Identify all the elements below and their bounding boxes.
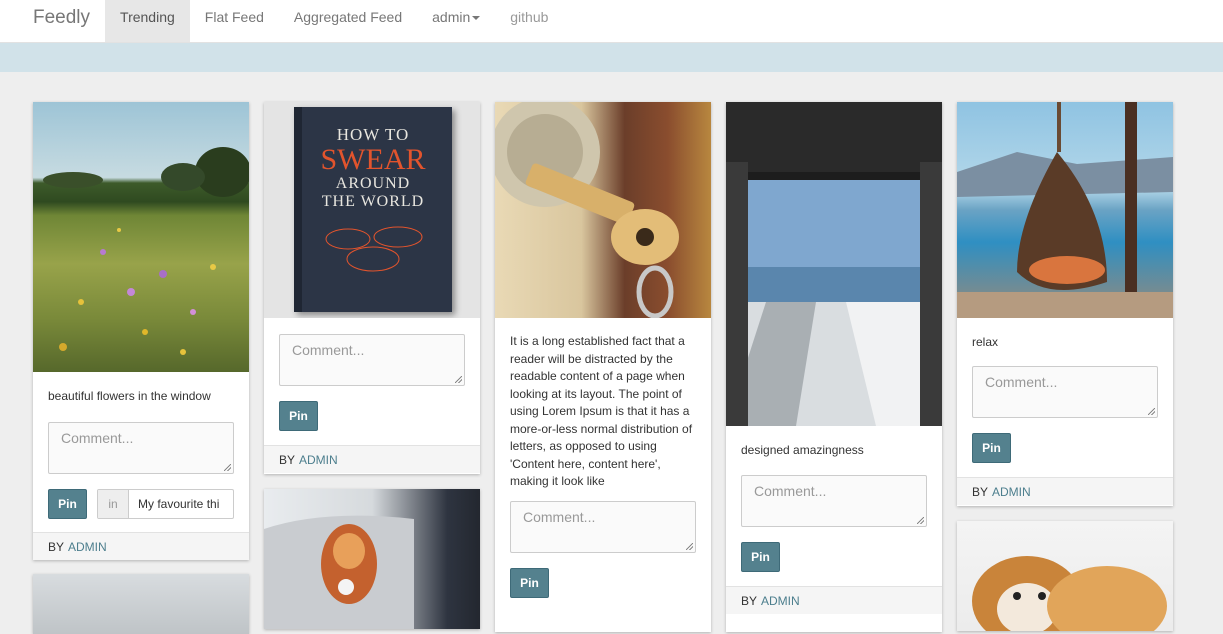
board-select[interactable]: My favourite thi: [129, 490, 233, 518]
card-caption: relax: [972, 335, 999, 349]
architecture-image[interactable]: [726, 102, 942, 426]
comment-input[interactable]: Comment...: [972, 366, 1158, 418]
card-caption: beautiful flowers in the window: [48, 389, 211, 403]
comment-input[interactable]: Comment...: [741, 475, 927, 527]
board-select-group: in My favourite thi: [97, 489, 234, 519]
brand-logo[interactable]: Feedly: [0, 0, 105, 42]
pin-button[interactable]: Pin: [279, 401, 318, 431]
dog-image[interactable]: [957, 521, 1173, 631]
by-label: BY: [279, 452, 296, 467]
card-footer: BY ADMIN: [726, 586, 942, 614]
feed-card-book: HOW TO SWEAR AROUND THE WORLD Comment...…: [264, 102, 480, 474]
feed-card-relax: relax Comment... Pin BY ADMIN: [957, 102, 1173, 506]
flowers-image[interactable]: [33, 102, 249, 372]
comment-input[interactable]: Comment...: [48, 422, 234, 474]
card-caption: designed amazingness: [741, 443, 864, 457]
feed-card-laptop: [264, 489, 480, 629]
nav-flat-feed[interactable]: Flat Feed: [190, 0, 279, 42]
book-image[interactable]: HOW TO SWEAR AROUND THE WORLD: [264, 102, 480, 318]
hanging-chair-image[interactable]: [957, 102, 1173, 318]
nav-trending[interactable]: Trending: [105, 0, 190, 42]
pin-button[interactable]: Pin: [48, 489, 87, 519]
by-label: BY: [741, 593, 758, 608]
book-title-line3: AROUND: [335, 175, 411, 192]
nav-admin-dropdown[interactable]: admin: [417, 0, 495, 42]
in-addon: in: [98, 490, 129, 518]
pin-button[interactable]: Pin: [510, 568, 549, 598]
feed-card-architecture: designed amazingness Comment... Pin BY A…: [726, 102, 942, 632]
comment-input[interactable]: Comment...: [510, 501, 696, 553]
card-footer: BY ADMIN: [33, 532, 249, 560]
author-link[interactable]: ADMIN: [299, 453, 338, 467]
nav-admin-label: admin: [432, 9, 471, 25]
card-footer: BY ADMIN: [957, 477, 1173, 505]
card-footer: BY ADMIN: [264, 445, 480, 473]
feed-card-next: [33, 574, 249, 634]
by-label: BY: [48, 539, 65, 554]
caret-down-icon: [472, 16, 481, 21]
nav-aggregated-feed[interactable]: Aggregated Feed: [279, 0, 417, 42]
nav-github[interactable]: github: [495, 0, 563, 42]
author-link[interactable]: ADMIN: [761, 594, 800, 608]
feed-card-flowers: beautiful flowers in the window Comment.…: [33, 102, 249, 560]
top-navbar: Feedly Trending Flat Feed Aggregated Fee…: [0, 0, 1223, 43]
book-title-line1: HOW TO: [336, 125, 410, 144]
by-label: BY: [972, 484, 989, 499]
card-image-partial[interactable]: [33, 574, 249, 634]
feed-card-dog: [957, 521, 1173, 631]
speech-bubbles-icon: [325, 226, 423, 272]
comment-input[interactable]: Comment...: [279, 334, 465, 386]
laptop-image[interactable]: [264, 489, 480, 629]
author-link[interactable]: ADMIN: [992, 485, 1031, 499]
book-cover: HOW TO SWEAR AROUND THE WORLD: [294, 107, 452, 312]
book-title-line4: THE WORLD: [321, 193, 425, 210]
banner-strip: [0, 43, 1223, 72]
pin-button[interactable]: Pin: [972, 433, 1011, 463]
author-link[interactable]: ADMIN: [68, 540, 107, 554]
guitar-key-image[interactable]: [495, 102, 711, 318]
book-title-line2: SWEAR: [320, 143, 426, 176]
pin-button[interactable]: Pin: [741, 542, 780, 572]
feed-card-guitar: It is a long established fact that a rea…: [495, 102, 711, 632]
card-caption: It is a long established fact that a rea…: [510, 334, 693, 488]
